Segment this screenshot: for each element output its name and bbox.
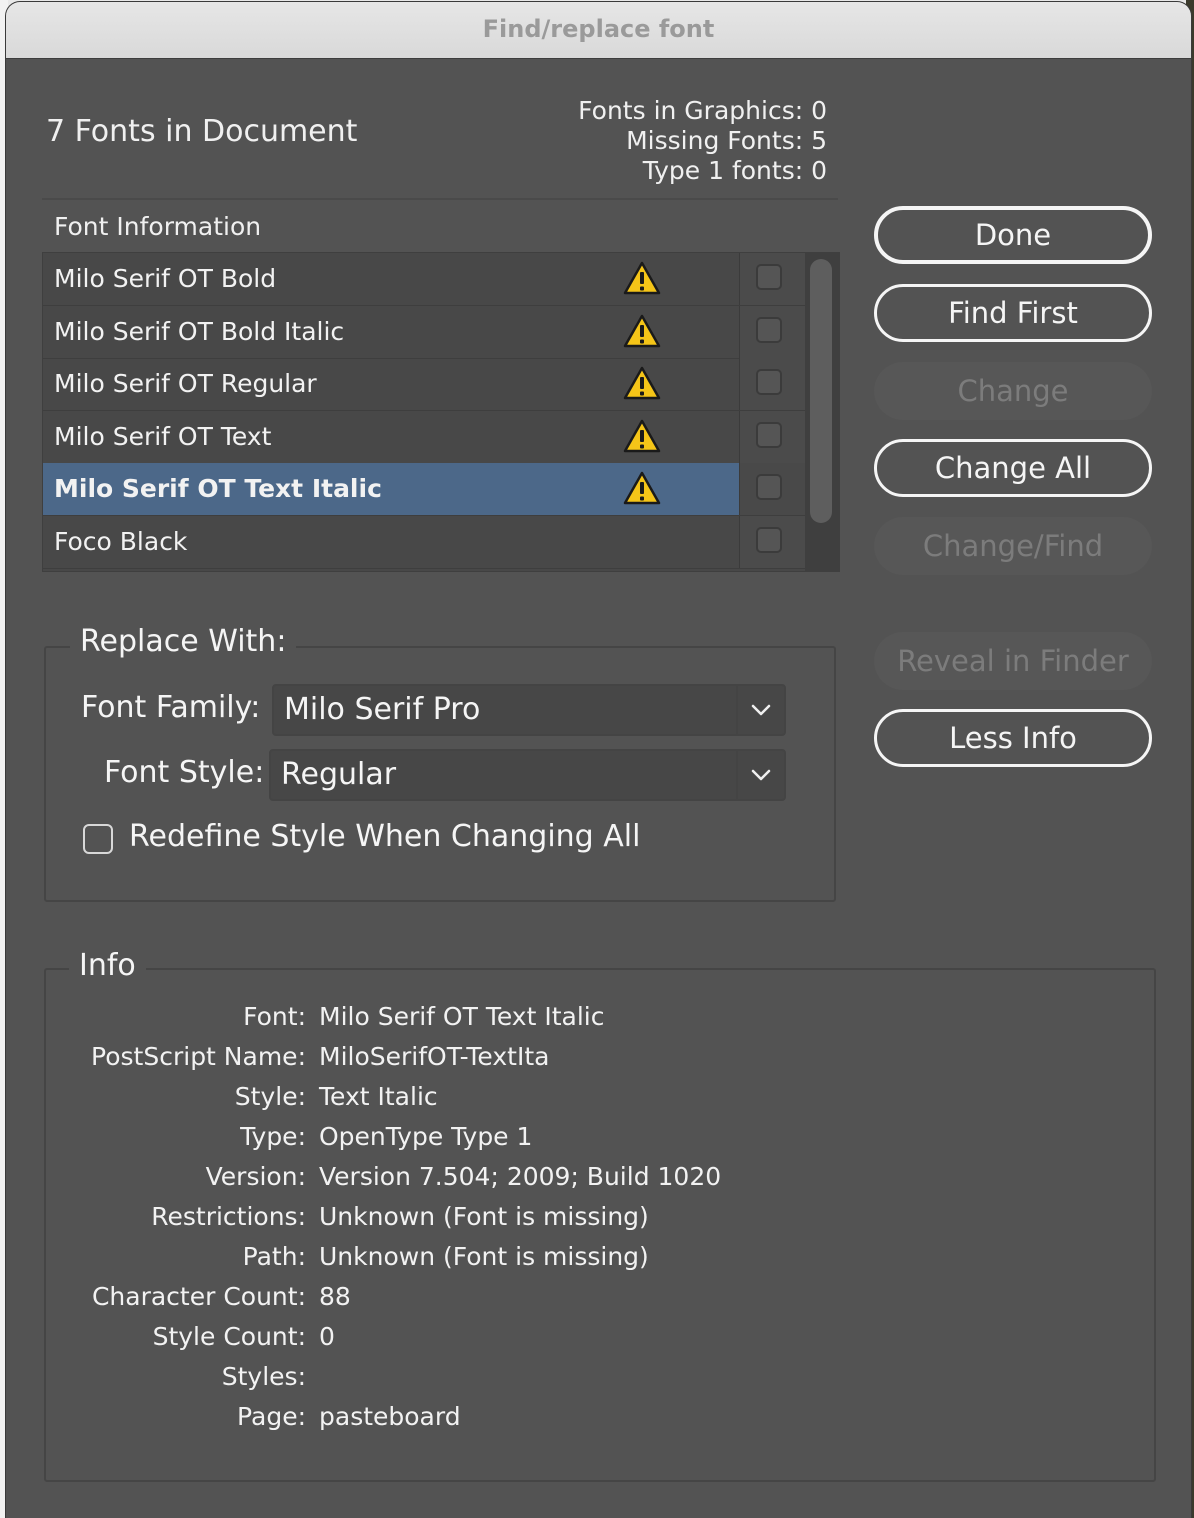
change-button[interactable]: Change: [874, 362, 1152, 420]
font-name: Milo Serif OT Bold Italic: [54, 316, 345, 346]
font-family-value: Milo Serif Pro: [284, 692, 481, 727]
window-title: Find/replace font: [482, 15, 715, 43]
font-list-row[interactable]: Milo Serif OT Bold Italic: [43, 305, 806, 359]
info-key: Version:: [205, 1162, 306, 1191]
missing-fonts: Missing Fonts: 5: [626, 126, 827, 155]
font-list-row[interactable]: Foco Black: [43, 515, 806, 569]
fonts-in-document-count: 7 Fonts in Document: [46, 114, 358, 149]
info-value: Milo Serif OT Text Italic: [319, 1002, 605, 1031]
warning-icon: [623, 314, 661, 348]
fonts-in-graphics: Fonts in Graphics: 0: [578, 96, 827, 125]
redefine-style-checkbox[interactable]: [83, 824, 113, 854]
info-value: Unknown (Font is missing): [319, 1242, 649, 1271]
divider: [42, 198, 838, 200]
font-statistics: Fonts in Graphics: 0 Missing Fonts: 5 Ty…: [578, 96, 827, 186]
warning-icon: [623, 366, 661, 400]
font-list-row[interactable]: Milo Serif OT Bold: [43, 253, 806, 306]
change-find-button[interactable]: Change/Find: [874, 517, 1152, 575]
font-checkbox[interactable]: [756, 526, 782, 553]
warning-icon: [623, 261, 661, 295]
replace-with-legend: Replace With:: [70, 624, 297, 659]
font-list-scrollbar[interactable]: [805, 253, 839, 571]
find-first-button[interactable]: Find First: [874, 284, 1152, 342]
font-list-row[interactable]: Milo Serif OT Text Italic: [43, 463, 806, 516]
font-list-row[interactable]: Milo Serif OT Text: [43, 410, 806, 464]
info-value: Unknown (Font is missing): [319, 1202, 649, 1231]
find-replace-font-dialog: Find/replace font 7 Fonts in Document Fo…: [6, 2, 1191, 1518]
info-key: Font:: [243, 1002, 306, 1031]
font-checkbox[interactable]: [756, 421, 782, 448]
info-key: Page:: [237, 1402, 306, 1431]
info-key: Style Count:: [152, 1322, 306, 1351]
info-legend: Info: [69, 948, 146, 983]
font-checkbox-cell[interactable]: [739, 410, 806, 463]
font-checkbox-cell[interactable]: [739, 463, 806, 515]
font-style-label: Font Style:: [104, 755, 265, 790]
font-checkbox-cell[interactable]: [739, 253, 806, 305]
font-name: Milo Serif OT Bold: [54, 264, 277, 293]
font-family-dropdown[interactable]: [736, 686, 784, 734]
info-value: MiloSerifOT-TextIta: [319, 1042, 550, 1071]
info-key: PostScript Name:: [91, 1042, 306, 1071]
info-key: Character Count:: [91, 1282, 306, 1311]
type1-fonts: Type 1 fonts: 0: [642, 156, 827, 185]
font-name: Milo Serif OT Regular: [54, 369, 317, 398]
done-button[interactable]: Done: [874, 206, 1152, 264]
font-family-label: Font Family:: [81, 690, 261, 725]
font-checkbox-cell[interactable]: [739, 515, 806, 568]
font-checkbox-cell[interactable]: [739, 305, 806, 358]
scrollbar-thumb[interactable]: [810, 259, 832, 523]
info-value: 0: [319, 1322, 335, 1351]
warning-icon: [623, 419, 661, 453]
info-key: Styles:: [221, 1362, 306, 1391]
font-name: Foco Black: [54, 526, 188, 556]
info-key: Path:: [242, 1242, 306, 1271]
font-checkbox[interactable]: [756, 369, 782, 395]
title-bar[interactable]: Find/replace font: [6, 2, 1191, 59]
chevron-down-icon: [751, 704, 771, 716]
font-list[interactable]: Milo Serif OT Bold Milo Serif OT Bold Ita…: [42, 252, 840, 572]
font-style-value: Regular: [281, 757, 397, 792]
redefine-style-label: Redefine Style When Changing All: [129, 819, 641, 854]
font-name: Milo Serif OT Text: [54, 421, 272, 451]
font-list-header: Font Information: [54, 212, 262, 241]
reveal-in-finder-button[interactable]: Reveal in Finder: [874, 632, 1152, 690]
info-value: Text Italic: [319, 1082, 438, 1111]
chevron-down-icon: [751, 769, 771, 781]
font-style-dropdown[interactable]: [736, 751, 784, 799]
change-all-button[interactable]: Change All: [874, 439, 1152, 497]
info-key: Style:: [234, 1082, 306, 1111]
font-name: Milo Serif OT Text Italic: [54, 474, 382, 503]
font-style-select[interactable]: Regular: [269, 749, 786, 801]
font-checkbox[interactable]: [756, 474, 782, 500]
warning-icon: [623, 471, 661, 505]
font-list-row[interactable]: Milo Serif OT Regular: [43, 358, 806, 411]
less-info-button[interactable]: Less Info: [874, 709, 1152, 767]
info-key: Restrictions:: [151, 1202, 306, 1231]
font-checkbox[interactable]: [756, 316, 782, 343]
info-value: Version 7.504; 2009; Build 1020: [319, 1162, 722, 1191]
font-checkbox-cell[interactable]: [739, 358, 806, 410]
info-value: OpenType Type 1: [319, 1122, 533, 1151]
font-checkbox[interactable]: [756, 264, 782, 290]
font-family-select[interactable]: Milo Serif Pro: [272, 684, 786, 736]
info-value: pasteboard: [319, 1402, 461, 1431]
info-key: Type:: [240, 1122, 306, 1151]
info-value: 88: [319, 1282, 351, 1311]
